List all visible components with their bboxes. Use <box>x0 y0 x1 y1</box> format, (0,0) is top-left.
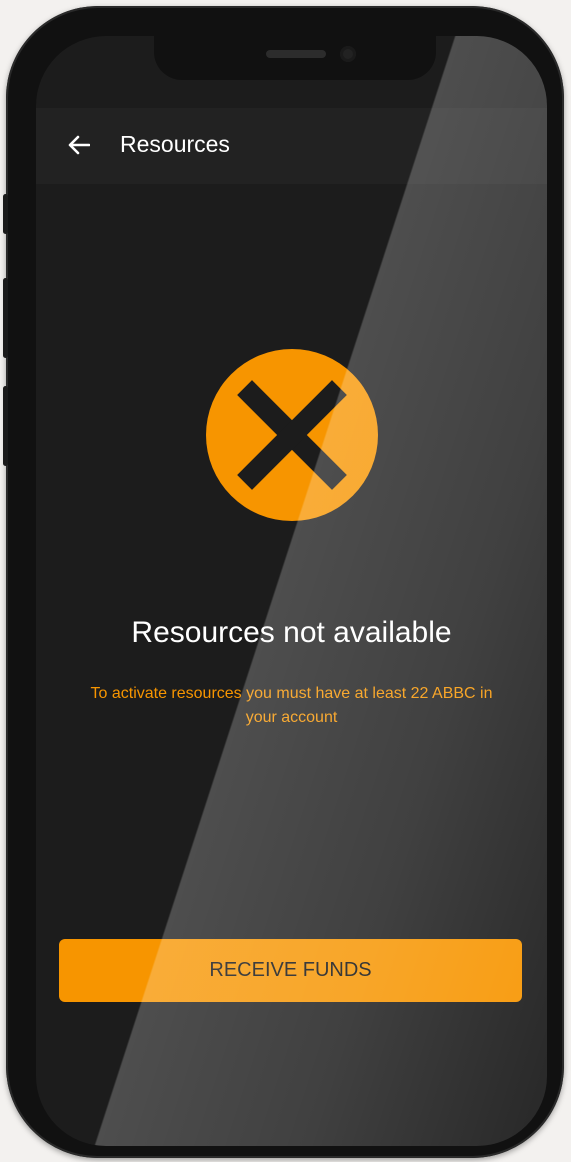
speaker-grille <box>266 50 326 58</box>
volume-up-button <box>3 278 8 358</box>
status-headline: Resources not available <box>131 616 452 649</box>
arrow-left-icon <box>68 135 90 155</box>
volume-down-button <box>3 386 8 466</box>
receive-funds-button[interactable]: RECEIVE FUNDS <box>59 939 522 1002</box>
app-bar: Resources <box>36 108 547 184</box>
unavailable-status-icon <box>206 349 378 521</box>
front-camera <box>340 46 356 62</box>
status-message: To activate resources you must have at l… <box>90 685 493 726</box>
close-x-icon <box>237 380 347 490</box>
phone-screen: Resources Resources not available To act… <box>36 36 547 1146</box>
page-title: Resources <box>120 131 230 157</box>
phone-frame: Resources Resources not available To act… <box>3 6 564 1158</box>
phone-notch <box>154 36 436 80</box>
back-button[interactable] <box>66 132 92 158</box>
mute-switch <box>3 194 8 234</box>
